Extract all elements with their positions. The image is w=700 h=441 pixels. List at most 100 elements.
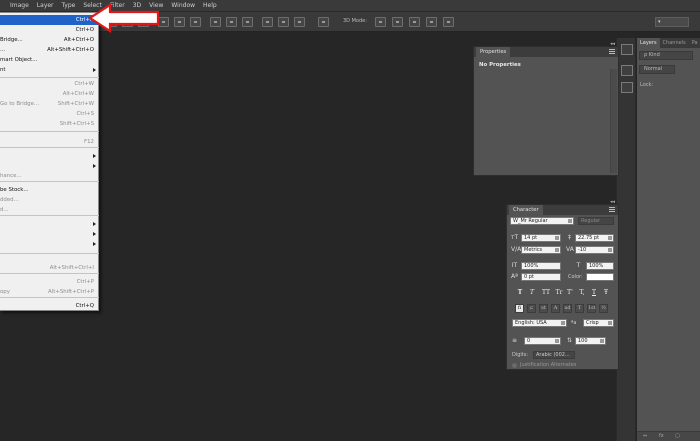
file-menu-item[interactable] — [0, 161, 99, 171]
3d-slide-icon[interactable] — [426, 17, 437, 27]
language-select[interactable]: English: USA — [512, 319, 567, 327]
kerning-field[interactable]: Metrics — [521, 246, 561, 254]
all-caps-button[interactable]: TT — [540, 288, 552, 297]
3d-rotate-icon[interactable] — [375, 17, 386, 27]
vertical-scale-field[interactable]: 100% — [521, 262, 561, 270]
file-menu-item[interactable]: nt — [0, 65, 99, 75]
menu-window[interactable]: Window — [167, 0, 199, 12]
subscript-button[interactable]: T, — [578, 288, 586, 297]
file-menu-item[interactable]: mart Object... — [0, 55, 99, 65]
small-caps-button[interactable]: Tr — [554, 288, 564, 297]
3d-pan-icon[interactable] — [409, 17, 420, 27]
file-menu-item[interactable]: hance... — [0, 171, 99, 181]
distribute-vcenter-icon[interactable] — [226, 17, 237, 27]
antialias-select[interactable]: Crisp — [583, 319, 614, 327]
justification-checkbox[interactable] — [512, 363, 517, 368]
properties-tab[interactable]: Properties — [476, 47, 511, 57]
link-layers-icon[interactable]: ⇔ — [643, 433, 647, 439]
dropdown-arrow-icon — [608, 236, 612, 240]
justification-label: Justification Alternates — [520, 362, 577, 368]
font-size-field[interactable]: 14 pt — [521, 234, 561, 242]
file-menu-item[interactable] — [0, 239, 99, 249]
file-menu-item[interactable]: d... — [0, 205, 99, 215]
file-menu-item[interactable]: F12 — [0, 137, 99, 147]
panel-menu-icon[interactable] — [609, 207, 615, 212]
indent-field[interactable]: 0 — [524, 337, 561, 345]
distribute-left-icon[interactable] — [262, 17, 273, 27]
superscript-button[interactable]: T' — [566, 288, 574, 297]
mask-icon[interactable]: ▢ — [675, 433, 680, 439]
tab-channels[interactable]: Channels — [660, 38, 689, 48]
file-menu-item[interactable]: Ctrl+P — [0, 277, 99, 287]
file-menu-item[interactable]: dded... — [0, 195, 99, 205]
distribute-top-icon[interactable] — [210, 17, 221, 27]
file-menu-item[interactable]: Ctrl+O — [0, 25, 99, 35]
workspace-select[interactable]: ▾ — [655, 17, 689, 27]
faux-bold-button[interactable]: T — [516, 288, 524, 297]
properties-icon[interactable] — [621, 65, 633, 76]
fractions-button[interactable]: ½ — [599, 304, 608, 313]
font-family-select[interactable]: W_Mr Regular — [510, 217, 574, 225]
file-menu-item[interactable]: Go to Bridge... Shift+Ctrl+W — [0, 99, 99, 109]
fx-icon[interactable]: fx — [659, 433, 664, 439]
align-right-icon[interactable] — [190, 17, 201, 27]
baseline-shift-field[interactable]: 0 pt — [521, 273, 561, 281]
font-style-select[interactable]: Regular — [578, 217, 614, 225]
menu-layer[interactable]: Layer — [33, 0, 58, 12]
tracking-field[interactable]: -10 — [575, 246, 614, 254]
menu-image[interactable]: Image — [2, 0, 33, 12]
leading-field[interactable]: 22.75 pt — [575, 234, 614, 242]
file-menu-item[interactable] — [0, 219, 99, 229]
file-menu-item[interactable]: Alt+Shift+Ctrl+I — [0, 263, 99, 273]
percent-field[interactable]: 100 — [575, 337, 606, 345]
distribute-hcenter-icon[interactable] — [278, 17, 289, 27]
ordinals-button[interactable]: 1st — [587, 304, 596, 313]
horizontal-scale-field[interactable]: 100% — [586, 262, 614, 270]
history-icon[interactable] — [621, 44, 633, 55]
dropdown-arrow-icon — [568, 219, 572, 223]
panel-menu-icon[interactable] — [609, 49, 615, 54]
ligatures-button[interactable]: fi — [515, 304, 524, 313]
auto-align-icon[interactable] — [318, 17, 329, 27]
distribute-right-icon[interactable] — [294, 17, 305, 27]
blend-mode-select[interactable]: Normal — [639, 65, 675, 74]
menu-type[interactable]: Type — [58, 0, 80, 12]
file-menu-item[interactable]: Bridge... Alt+Ctrl+O — [0, 35, 99, 45]
font-size-icon: ᴛT — [511, 234, 519, 241]
adjustments-icon[interactable] — [621, 82, 633, 93]
file-menu-item[interactable]: Alt+Ctrl+W — [0, 89, 99, 99]
strikethrough-button[interactable]: Ŧ — [602, 288, 610, 297]
swash-button[interactable]: A — [551, 304, 560, 313]
digits-select[interactable]: Arabic (002... — [533, 351, 575, 359]
file-menu-item[interactable]: Ctrl+N — [0, 15, 99, 25]
menu-item-label: hance... — [0, 173, 22, 179]
stylistic-alternates-button[interactable]: ad — [563, 304, 572, 313]
discretionary-ligatures-button[interactable]: st — [539, 304, 548, 313]
file-menu-item[interactable]: Ctrl+Q — [0, 301, 99, 311]
character-tab[interactable]: Character — [509, 205, 543, 215]
faux-italic-button[interactable]: T — [528, 288, 536, 297]
tab-pa[interactable]: Pa — [689, 38, 700, 48]
properties-scrollbar[interactable] — [610, 69, 617, 173]
file-menu-item[interactable]: Ctrl+S — [0, 109, 99, 119]
layer-filter-select[interactable]: ρ Kind — [639, 51, 693, 60]
distribute-bottom-icon[interactable] — [242, 17, 253, 27]
text-color-swatch[interactable] — [586, 273, 614, 281]
file-menu-item[interactable]: opy Alt+Shift+Ctrl+P — [0, 287, 99, 297]
file-menu-item[interactable]: Shift+Ctrl+S — [0, 119, 99, 129]
file-menu-item[interactable]: be Stock... — [0, 185, 99, 195]
3d-scale-icon[interactable] — [443, 17, 454, 27]
menu-help[interactable]: Help — [199, 0, 221, 12]
3d-roll-icon[interactable] — [392, 17, 403, 27]
menu-item-label: Bridge... — [0, 37, 23, 43]
file-menu-item[interactable] — [0, 151, 99, 161]
file-menu-item[interactable]: Ctrl+W — [0, 79, 99, 89]
contextual-alternates-button[interactable]: ɕ — [527, 304, 536, 313]
align-hcenter-icon[interactable] — [174, 17, 185, 27]
underline-button[interactable]: T — [590, 288, 598, 297]
tab-layers[interactable]: Layers — [637, 38, 660, 48]
titling-alternates-button[interactable]: T — [575, 304, 584, 313]
file-menu-item[interactable] — [0, 229, 99, 239]
menu-separator — [0, 147, 99, 148]
file-menu-item[interactable]: ... Alt+Shift+Ctrl+O — [0, 45, 99, 55]
